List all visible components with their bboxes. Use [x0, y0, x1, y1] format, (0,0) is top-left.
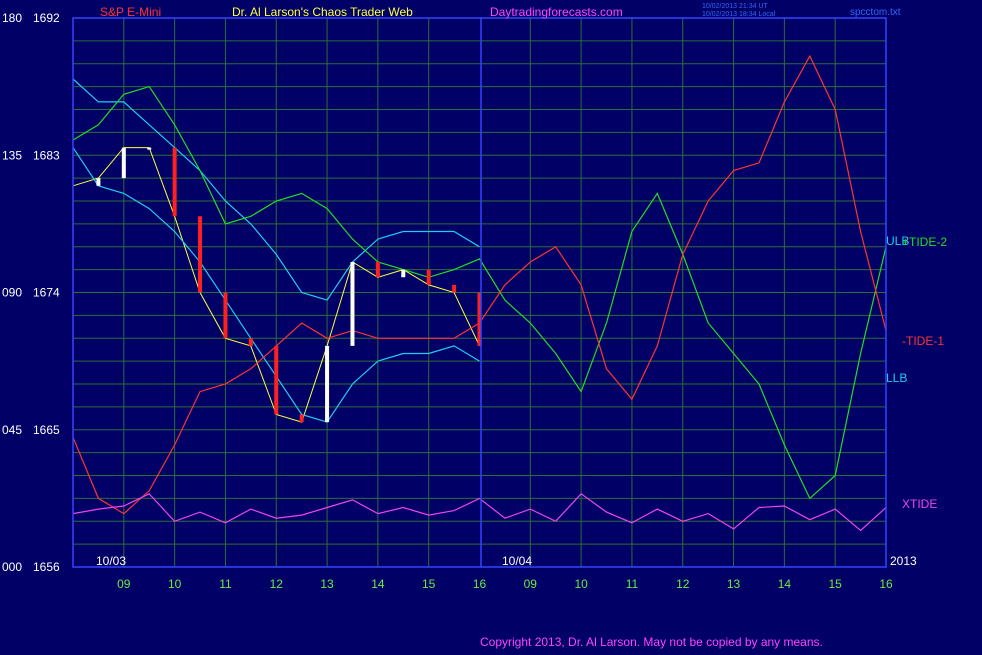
price-bar — [198, 216, 203, 293]
x-tick-label: 12 — [676, 577, 690, 591]
timestamp-ut: 10/02/2013 21:34 UT — [702, 3, 768, 10]
file-label: spcctom.txt — [850, 7, 901, 18]
price-bars — [96, 147, 482, 423]
y-axis-price-label: 1656 — [33, 560, 60, 574]
symbol-label: S&P E-Mini — [100, 5, 161, 19]
price-bar — [350, 262, 355, 346]
y-axis-cycle-label: 000 — [2, 560, 22, 574]
y-axis-price-label: 1665 — [33, 423, 60, 437]
site-label: Daytradingforecasts.com — [490, 5, 623, 19]
y-axis-cycle-label: 180 — [2, 11, 22, 25]
series-line-llb — [73, 148, 886, 423]
y-axis-cycle-label: 090 — [2, 286, 22, 300]
x-tick-label: 13 — [320, 577, 334, 591]
price-bar — [325, 345, 330, 423]
x-tick-label: 15 — [829, 577, 843, 591]
date-label: 2013 — [890, 554, 917, 568]
series-line-ulb — [73, 79, 886, 300]
x-tick-label: 12 — [270, 577, 284, 591]
x-tick-label: 09 — [524, 577, 538, 591]
copyright-text: Copyright 2013, Dr. Al Larson. May not b… — [480, 635, 823, 649]
price-bar — [375, 262, 380, 278]
price-bar — [274, 345, 279, 415]
series-label: XTIDE — [902, 497, 937, 511]
frame-layer: 180 1692 135 1683 090 1674 045 1665 000 1656 09 10 1… — [2, 11, 947, 591]
x-tick-label: 14 — [371, 577, 385, 591]
y-axis-cycle-label: 045 — [2, 423, 22, 437]
chart: 180 1692 135 1683 090 1674 045 1665 000 1656 09 10 1… — [0, 0, 982, 650]
series-line-xtide — [72, 493, 887, 532]
price-bar — [452, 284, 457, 293]
y-axis-price-label: 1692 — [33, 11, 60, 25]
series-line-tide-1 — [72, 54, 887, 515]
x-tick-label: 16 — [879, 577, 893, 591]
x-tick-label: 09 — [117, 577, 131, 591]
x-tick-label: 11 — [626, 577, 639, 591]
y-axis-price-label: 1683 — [33, 148, 60, 162]
price-bar — [147, 147, 152, 150]
series-label: LLB — [886, 371, 907, 385]
x-tick-label: 16 — [473, 577, 487, 591]
x-tick-label: 14 — [778, 577, 792, 591]
series-label: +TIDE-2 — [902, 235, 947, 249]
x-tick-label: 13 — [727, 577, 741, 591]
series-label: -TIDE-1 — [902, 334, 944, 348]
date-label: 10/04 — [502, 554, 532, 568]
price-bar — [401, 269, 406, 278]
date-label: 10/03 — [96, 554, 126, 568]
price-bar — [248, 338, 253, 346]
chart-svg: 180 1692 135 1683 090 1674 045 1665 000 1656 09 10 1… — [2, 3, 947, 649]
price-bar — [172, 147, 177, 217]
price-bar — [223, 292, 228, 339]
y-axis-price-label: 1674 — [33, 286, 60, 300]
y-axis-cycle-label: 135 — [2, 148, 22, 162]
chart-title: Dr. Al Larson's Chaos Trader Web — [232, 5, 413, 19]
price-bar — [426, 269, 431, 285]
x-tick-label: 15 — [422, 577, 436, 591]
price-bar — [299, 414, 304, 423]
price-bar — [121, 147, 126, 179]
x-tick-label: 10 — [574, 577, 588, 591]
timestamp-local: 10/02/2013 18:34 Local — [702, 11, 776, 18]
price-bar — [96, 178, 101, 186]
x-tick-label: 10 — [168, 577, 182, 591]
x-tick-label: 11 — [219, 577, 232, 591]
